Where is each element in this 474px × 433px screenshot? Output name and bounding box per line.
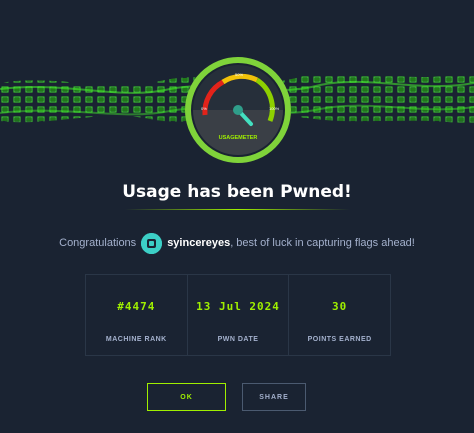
points-earned-label: POINTS EARNED: [307, 336, 372, 343]
stats-panel: #4474 MACHINE RANK 13 Jul 2024 PWN DATE …: [85, 274, 391, 356]
svg-text:100%: 100%: [269, 106, 280, 111]
title-divider: [125, 209, 350, 210]
badge-caption: USAGEMETER: [219, 135, 258, 141]
machine-badge-icon: 0% 50% 100% USAGEMETER: [185, 57, 291, 163]
ok-button[interactable]: OK: [147, 383, 226, 411]
congrats-message: Congratulations syincereyes , best of lu…: [0, 232, 474, 254]
pwn-date-label: PWN DATE: [217, 336, 259, 343]
stat-pwn-date: 13 Jul 2024 PWN DATE: [188, 275, 290, 355]
congrats-suffix: , best of luck in capturing flags ahead!: [230, 237, 415, 249]
pwn-date-value: 13 Jul 2024: [196, 300, 280, 313]
username-link[interactable]: syincereyes: [167, 237, 230, 249]
stat-machine-rank: #4474 MACHINE RANK: [86, 275, 188, 355]
congrats-prefix: Congratulations: [59, 237, 137, 249]
machine-rank-value: #4474: [117, 300, 156, 313]
svg-text:0%: 0%: [201, 106, 207, 111]
share-button[interactable]: SHARE: [242, 383, 306, 411]
svg-text:50%: 50%: [235, 72, 243, 77]
stat-points-earned: 30 POINTS EARNED: [289, 275, 390, 355]
machine-rank-label: MACHINE RANK: [105, 336, 167, 343]
points-earned-value: 30: [332, 300, 348, 313]
page-title: Usage has been Pwned!: [122, 182, 352, 202]
avatar: [141, 232, 163, 254]
